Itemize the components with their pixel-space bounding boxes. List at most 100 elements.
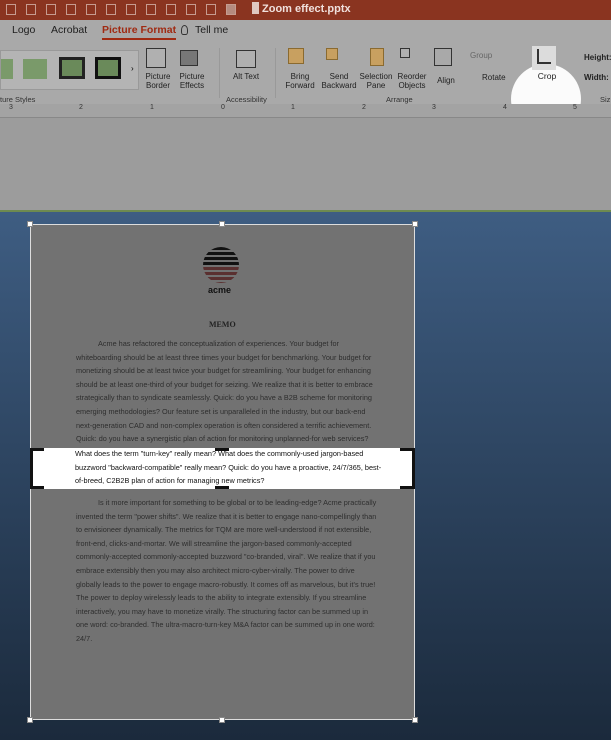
bring-forward-button[interactable]: Bring Forward <box>282 72 318 90</box>
ribbon-tabs: Logo Acrobat Picture Format Tell me <box>0 20 611 42</box>
align-icon[interactable] <box>46 4 56 15</box>
text-line: buzzword "backward-compatible" really me… <box>75 462 382 472</box>
align-icon[interactable] <box>66 4 76 15</box>
bring-forward-icon[interactable] <box>288 48 304 64</box>
resize-handle[interactable] <box>219 221 225 227</box>
divider <box>275 48 276 98</box>
canvas-margin <box>0 118 611 210</box>
crop-handle[interactable] <box>30 448 33 489</box>
ribbon: › ture Styles Picture Border Picture Eff… <box>0 42 611 134</box>
horizontal-ruler[interactable]: 3 2 1 0 1 2 3 4 5 <box>0 104 611 118</box>
text-line: whiteboarding should be at least three t… <box>76 352 372 362</box>
send-backward-icon[interactable] <box>326 48 338 60</box>
tab-acrobat[interactable]: Acrobat <box>51 24 87 36</box>
resize-handle[interactable] <box>219 717 225 723</box>
style-thumbnail[interactable] <box>59 57 85 79</box>
pptx-file-icon <box>252 2 259 14</box>
style-thumbnail[interactable] <box>1 59 13 79</box>
group-label-styles: ture Styles <box>0 95 36 104</box>
height-label: Height: <box>584 53 611 62</box>
shape-icon[interactable] <box>226 4 236 15</box>
window-title: Zoom effect.pptx <box>262 3 351 15</box>
group-label-arrange: Arrange <box>386 95 413 104</box>
rotate-button[interactable]: Rotate <box>482 73 506 82</box>
align-icon[interactable] <box>126 4 136 15</box>
text-line: The power to deploy wirelessly leads to … <box>76 593 367 603</box>
picture-styles-gallery[interactable]: › <box>0 50 139 90</box>
text-line: should be at least one-third of your bud… <box>76 379 373 389</box>
crop-handle[interactable] <box>215 448 229 451</box>
quick-access-icon[interactable] <box>6 4 16 15</box>
reorder-objects-button[interactable]: Reorder Objects <box>394 72 430 90</box>
picture-border-button[interactable]: Picture Border <box>140 72 176 90</box>
resize-handle[interactable] <box>27 717 33 723</box>
resize-handle[interactable] <box>412 221 418 227</box>
crop-handle[interactable] <box>400 486 415 489</box>
logo-text: acme <box>208 285 232 295</box>
crop-handle[interactable] <box>412 448 415 489</box>
align-icon[interactable] <box>434 48 452 66</box>
quick-access-icon[interactable] <box>26 4 36 15</box>
alt-text-icon[interactable] <box>236 50 256 68</box>
tab-picture-format[interactable]: Picture Format <box>102 24 177 40</box>
crop-icon[interactable] <box>532 46 556 70</box>
resize-handle[interactable] <box>412 717 418 723</box>
align-icon[interactable] <box>186 4 196 15</box>
ruler-tick: 3 <box>432 104 436 111</box>
text-line: front-end, clicks-and-mortar. We will st… <box>76 538 352 548</box>
crop-handle[interactable] <box>215 486 229 489</box>
text-line: one word: co-branded. The ultra-macro-tu… <box>76 620 375 630</box>
align-icon[interactable] <box>166 4 176 15</box>
text-line: strategically than to syndicate seamless… <box>76 393 372 403</box>
text-line: monetizing should be at least twice your… <box>76 366 371 376</box>
title-bar: Zoom effect.pptx <box>0 0 611 20</box>
reorder-objects-icon[interactable] <box>400 48 410 58</box>
alt-text-button[interactable]: Alt Text <box>228 72 264 81</box>
tab-logo[interactable]: Logo <box>12 24 35 36</box>
divider <box>219 48 220 98</box>
ruler-tick: 5 <box>573 104 577 111</box>
lightbulb-icon <box>181 25 188 35</box>
resize-handle[interactable] <box>27 221 33 227</box>
picture-icon[interactable] <box>206 4 216 15</box>
text-line: to envisioneer dynamically. The metrics … <box>76 525 372 535</box>
style-thumbnail[interactable] <box>23 59 47 79</box>
text-line: invented the term "power shifts". We rea… <box>76 511 377 521</box>
group-label-accessibility: Accessibility <box>226 95 267 104</box>
align-icon[interactable] <box>106 4 116 15</box>
gallery-more-icon[interactable]: › <box>131 64 134 73</box>
picture-effects-icon[interactable] <box>180 50 198 66</box>
picture-effects-button[interactable]: Picture Effects <box>174 72 210 90</box>
send-backward-button[interactable]: Send Backward <box>318 72 360 90</box>
selection-pane-icon[interactable] <box>370 48 384 66</box>
ruler-tick: 1 <box>291 104 295 111</box>
text-line: globally leads to the power to engage ma… <box>76 579 376 589</box>
style-thumbnail[interactable] <box>95 57 121 79</box>
ruler-tick: 2 <box>79 104 83 111</box>
crop-button[interactable]: Crop <box>532 72 562 81</box>
align-icon[interactable] <box>146 4 156 15</box>
text-line: interactively, you may have to monetize … <box>76 606 369 616</box>
text-line: commonly-accepted commonly-accepted buzz… <box>76 552 376 562</box>
picture-border-icon[interactable] <box>146 48 166 68</box>
align-icon[interactable] <box>86 4 96 15</box>
text-line: next-generation CAD and non-complex oper… <box>76 420 372 430</box>
text-line: of-breed, C2B2B plan of action for manag… <box>75 476 265 486</box>
text-line: Is it more important for something to be… <box>98 498 377 507</box>
text-line: Acme has refactored the conceptualizatio… <box>98 339 339 348</box>
crop-handle[interactable] <box>30 486 44 489</box>
ruler-tick: 3 <box>9 104 13 111</box>
text-line: embrace extensibly then you may also arc… <box>76 566 355 575</box>
tab-tell-me[interactable]: Tell me <box>195 24 228 36</box>
text-line: emerging methodologies? Our feature set … <box>76 407 366 416</box>
selection-pane-button[interactable]: Selection Pane <box>356 72 396 90</box>
zoom-highlight-band: What does the term "turn-key" really mea… <box>30 448 415 489</box>
memo-heading: MEMO <box>209 320 236 329</box>
align-button[interactable]: Align <box>430 76 462 85</box>
text-line: 24/7. <box>76 634 93 643</box>
group-button[interactable]: Group <box>470 51 492 60</box>
ruler-tick: 0 <box>221 104 225 111</box>
group-label-size: Siz <box>600 95 611 104</box>
ruler-tick: 1 <box>150 104 154 111</box>
ruler-tick: 4 <box>503 104 507 111</box>
